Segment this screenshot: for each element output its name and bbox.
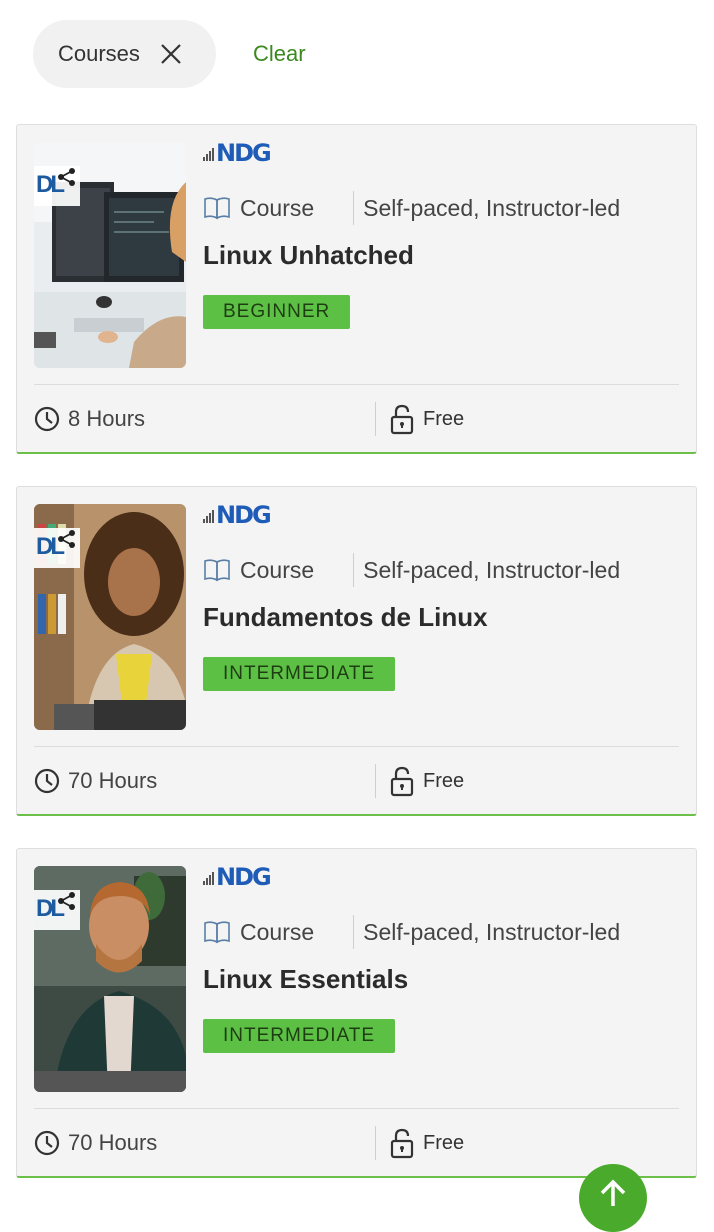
- course-title[interactable]: Fundamentos de Linux: [203, 602, 488, 633]
- filter-bar: Courses Clear: [33, 20, 306, 88]
- close-icon[interactable]: [158, 41, 184, 67]
- course-card[interactable]: DL NDG Course Self-paced, Instructor-led…: [16, 486, 697, 816]
- provider-logo: NDG: [203, 501, 272, 529]
- book-icon: [204, 197, 230, 220]
- course-title[interactable]: Linux Unhatched: [203, 240, 414, 271]
- clear-filters-link[interactable]: Clear: [253, 41, 306, 67]
- clock-icon: [34, 406, 60, 432]
- course-pace: Self-paced, Instructor-led: [363, 556, 621, 583]
- provider-name: NDG: [216, 139, 272, 167]
- share-icon[interactable]: [56, 890, 78, 912]
- course-type: Course: [240, 194, 315, 221]
- course-card[interactable]: DL NDG Course Self-paced, Instructor-led…: [16, 848, 697, 1178]
- course-type: Course: [240, 556, 315, 583]
- meta-divider: [353, 915, 355, 949]
- course-meta: Course Self-paced, Instructor-led: [203, 191, 620, 225]
- course-price: Free: [423, 769, 465, 792]
- provider-logo: NDG: [203, 863, 272, 891]
- course-thumbnail[interactable]: DL: [34, 866, 186, 1092]
- course-card[interactable]: DL NDG Course Self-paced, Instructor-led…: [16, 124, 697, 454]
- clock-icon: [34, 1130, 60, 1156]
- card-divider: [34, 746, 679, 747]
- course-price: Free: [423, 1131, 465, 1154]
- course-thumbnail[interactable]: DL: [34, 142, 186, 368]
- provider-name: NDG: [216, 501, 272, 529]
- course-duration: 70 Hours: [68, 768, 158, 793]
- unlock-icon: [390, 1128, 414, 1159]
- course-duration: 70 Hours: [68, 1130, 158, 1155]
- level-badge: INTERMEDIATE: [203, 657, 396, 691]
- provider-logo: NDG: [203, 139, 272, 167]
- share-icon[interactable]: [56, 528, 78, 550]
- meta-divider: [353, 191, 355, 225]
- course-type: Course: [240, 918, 315, 945]
- filter-chip-courses[interactable]: Courses: [33, 20, 216, 88]
- meta-divider: [353, 553, 355, 587]
- unlock-icon: [390, 766, 414, 797]
- signal-bars-icon: [203, 510, 214, 527]
- unlock-icon: [390, 404, 414, 435]
- footer-divider: [375, 1126, 376, 1160]
- book-icon: [204, 559, 230, 582]
- course-meta: Course Self-paced, Instructor-led: [203, 915, 620, 949]
- provider-name: NDG: [216, 863, 272, 891]
- course-title[interactable]: Linux Essentials: [203, 964, 408, 995]
- filter-chip-label: Courses: [58, 41, 140, 66]
- level-badge: INTERMEDIATE: [203, 1019, 396, 1053]
- course-list: DL NDG Course Self-paced, Instructor-led…: [16, 124, 697, 1210]
- course-price: Free: [423, 407, 465, 430]
- course-pace: Self-paced, Instructor-led: [363, 194, 621, 221]
- course-duration: 8 Hours: [68, 406, 146, 431]
- card-divider: [34, 1108, 679, 1109]
- course-pace: Self-paced, Instructor-led: [363, 918, 621, 945]
- course-footer: 70 Hours Free: [34, 763, 679, 799]
- level-badge: BEGINNER: [203, 295, 351, 329]
- course-footer: 8 Hours Free: [34, 401, 679, 437]
- book-icon: [204, 921, 230, 944]
- course-footer: 70 Hours Free: [34, 1125, 679, 1161]
- footer-divider: [375, 764, 376, 798]
- signal-bars-icon: [203, 148, 214, 165]
- card-divider: [34, 384, 679, 385]
- arrow-up-icon: [600, 1179, 626, 1206]
- signal-bars-icon: [203, 872, 214, 889]
- clock-icon: [34, 768, 60, 794]
- footer-divider: [375, 402, 376, 436]
- share-icon[interactable]: [56, 166, 78, 188]
- course-meta: Course Self-paced, Instructor-led: [203, 553, 620, 587]
- scroll-to-top-button[interactable]: [579, 1164, 647, 1232]
- course-thumbnail[interactable]: DL: [34, 504, 186, 730]
